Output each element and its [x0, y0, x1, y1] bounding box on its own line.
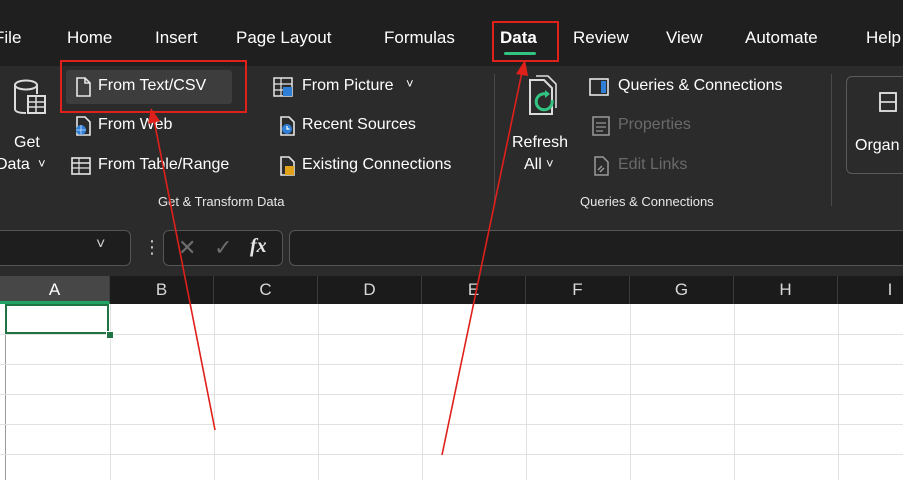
grid-column-line — [734, 304, 735, 480]
chevron-down-icon[interactable]: ˅ — [96, 236, 105, 254]
properties-button: Properties — [584, 110, 724, 142]
tab-formulas[interactable]: Formulas — [384, 28, 455, 48]
insert-function-icon[interactable]: fx — [250, 235, 267, 258]
column-header-f[interactable]: F — [526, 276, 630, 304]
from-web-label: From Web — [98, 116, 173, 133]
column-header-a[interactable]: A — [0, 276, 110, 304]
refresh-label-line2: All — [524, 156, 542, 173]
edit-links-icon — [590, 155, 612, 177]
grid-row-line — [0, 364, 903, 365]
picture-table-icon — [272, 76, 294, 98]
ribbon-group-divider — [494, 74, 495, 206]
organize-label: Organ — [855, 137, 900, 154]
column-header-d[interactable]: D — [318, 276, 422, 304]
tab-review[interactable]: Review — [573, 28, 629, 48]
table-icon — [70, 155, 92, 177]
spreadsheet-grid[interactable] — [0, 304, 903, 480]
web-file-icon — [72, 115, 94, 137]
refresh-all-button[interactable]: Refresh All ˅ — [506, 70, 576, 182]
grid-row-line — [0, 454, 903, 455]
grid-row-line — [0, 334, 903, 335]
tab-file[interactable]: File — [0, 28, 21, 48]
grid-column-line — [214, 304, 215, 480]
column-header-b[interactable]: B — [110, 276, 214, 304]
from-table-range-label: From Table/Range — [98, 156, 230, 173]
name-box[interactable]: ˅ — [0, 230, 131, 266]
from-picture-button[interactable]: From Picture ˅ — [270, 70, 430, 104]
refresh-icon — [526, 74, 562, 124]
tab-help[interactable]: Help — [866, 28, 901, 48]
from-picture-label: From Picture — [302, 77, 394, 94]
database-table-icon — [12, 78, 46, 118]
queries-group-label: Queries & Connections — [580, 194, 714, 209]
grid-column-line — [422, 304, 423, 480]
column-header-g[interactable]: G — [630, 276, 734, 304]
existing-connections-label: Existing Connections — [302, 156, 452, 173]
grid-column-line — [838, 304, 839, 480]
properties-label: Properties — [618, 116, 691, 133]
queries-connections-label: Queries & Connections — [618, 77, 783, 94]
get-data-label-line2: Data — [0, 156, 30, 173]
ribbon-group-divider — [831, 74, 832, 206]
column-header-c[interactable]: C — [214, 276, 318, 304]
get-transform-group-label: Get & Transform Data — [158, 194, 285, 209]
formula-buttons: ✕ ✓ fx — [163, 230, 283, 266]
get-data-label-line1: Get — [14, 134, 40, 151]
existing-connections-button[interactable]: Existing Connections — [270, 150, 480, 182]
from-web-button[interactable]: From Web — [66, 110, 216, 142]
organize-icon — [877, 91, 899, 113]
edit-links-label: Edit Links — [618, 156, 688, 173]
tab-page-layout[interactable]: Page Layout — [236, 28, 331, 48]
column-header-e[interactable]: E — [422, 276, 526, 304]
queries-pane-icon — [588, 76, 610, 98]
chevron-down-icon: ˅ — [38, 156, 46, 171]
refresh-label-line1: Refresh — [512, 134, 569, 151]
highlight-box-from-text-csv — [60, 60, 247, 113]
grid-column-line — [526, 304, 527, 480]
grid-column-line — [630, 304, 631, 480]
tab-insert[interactable]: Insert — [155, 28, 198, 48]
recent-sources-icon — [276, 115, 298, 137]
formula-input[interactable] — [289, 230, 903, 266]
from-table-range-button[interactable]: From Table/Range — [66, 150, 256, 182]
column-headers: A B C D E F G H I — [0, 276, 903, 304]
edit-links-button: Edit Links — [584, 150, 724, 182]
active-cell-a1[interactable] — [5, 304, 109, 334]
highlight-box-data-tab — [492, 21, 559, 62]
column-header-h[interactable]: H — [734, 276, 838, 304]
existing-connections-icon — [276, 155, 298, 177]
more-options-icon[interactable]: ⋮ — [143, 237, 161, 258]
recent-sources-button[interactable]: Recent Sources — [270, 110, 440, 142]
organize-button[interactable]: Organ — [846, 76, 903, 174]
queries-connections-button[interactable]: Queries & Connections — [584, 70, 814, 104]
tab-home[interactable]: Home — [67, 28, 112, 48]
grid-row-line — [0, 394, 903, 395]
menu-bar: File Home Insert Page Layout Formulas Da… — [0, 0, 903, 66]
chevron-down-icon: ˅ — [546, 156, 554, 171]
tab-automate[interactable]: Automate — [745, 28, 818, 48]
formula-bar: ˅ ⋮ ✕ ✓ fx — [0, 216, 903, 276]
recent-sources-label: Recent Sources — [302, 116, 416, 133]
get-data-button[interactable]: Get Data ˅ — [0, 72, 54, 182]
enter-check-icon[interactable]: ✓ — [214, 235, 232, 261]
tab-view[interactable]: View — [666, 28, 703, 48]
cancel-icon[interactable]: ✕ — [178, 235, 196, 261]
properties-icon — [590, 115, 612, 137]
grid-row-line — [0, 424, 903, 425]
chevron-down-icon: ˅ — [406, 76, 414, 91]
column-header-i[interactable]: I — [838, 276, 903, 304]
fill-handle[interactable] — [106, 331, 114, 339]
grid-column-line — [318, 304, 319, 480]
